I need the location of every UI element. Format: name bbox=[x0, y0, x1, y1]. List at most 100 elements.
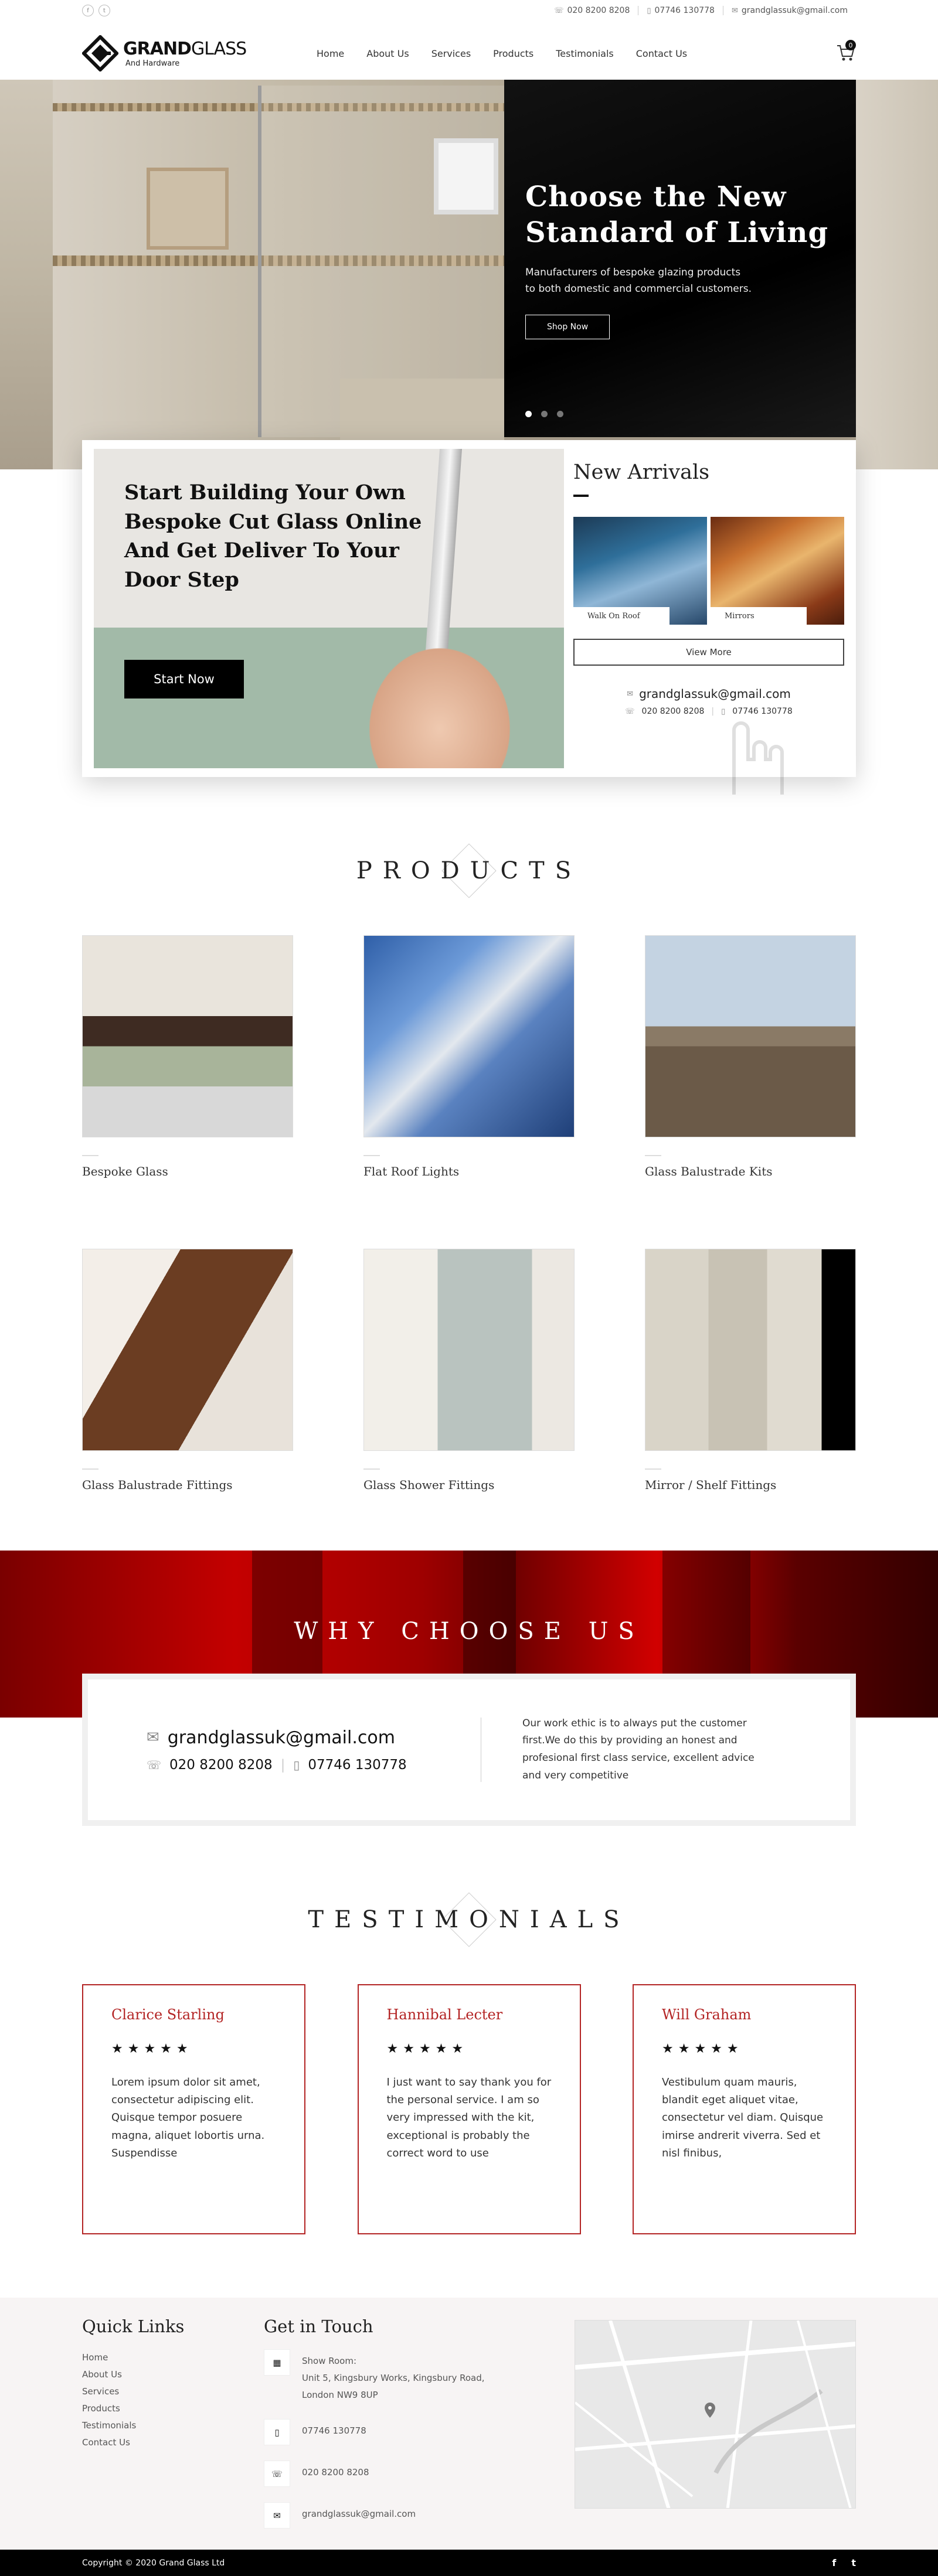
why-phone-text[interactable]: 020 8200 8208 bbox=[169, 1757, 273, 1773]
new-arrivals-title: New Arrivals bbox=[573, 461, 710, 484]
why-mobile-text[interactable]: 07746 130778 bbox=[308, 1757, 406, 1773]
product-card[interactable]: Bespoke Glass bbox=[82, 935, 293, 1178]
nav-contact-us[interactable]: Contact Us bbox=[636, 48, 687, 59]
showroom-label: Show Room: bbox=[302, 2356, 357, 2366]
arrival-mirrors[interactable]: Mirrors bbox=[711, 517, 844, 625]
product-name: Glass Balustrade Fittings bbox=[82, 1478, 233, 1492]
bottom-bar: Copyright © 2020 Grand Glass Ltd f t bbox=[0, 2550, 938, 2576]
why-choose-us-section: WHY CHOOSE US ✉ grandglassuk@gmail.com ☏ 0… bbox=[0, 1551, 938, 1826]
top-email[interactable]: ✉ grandglassuk@gmail.com bbox=[723, 6, 856, 15]
product-name: Mirror / Shelf Fittings bbox=[645, 1478, 777, 1492]
product-card[interactable]: Glass Balustrade Kits bbox=[645, 935, 856, 1178]
footer-mobile-text[interactable]: 07746 130778 bbox=[302, 2419, 366, 2439]
quick-links: Quick Links Home About Us Services Produ… bbox=[82, 2316, 264, 2544]
footer-link-home[interactable]: Home bbox=[82, 2349, 264, 2366]
new-arrivals: New Arrivals Walk On Roof Mirrors View M… bbox=[564, 449, 844, 795]
product-underline bbox=[82, 1155, 98, 1156]
twitter-icon[interactable]: t bbox=[851, 2557, 856, 2568]
arrivals-email[interactable]: ✉ grandglassuk@gmail.com bbox=[573, 687, 844, 701]
footer-mobile: ▯ 07746 130778 bbox=[264, 2419, 575, 2445]
footer-link-testimonials[interactable]: Testimonials bbox=[82, 2417, 264, 2434]
arrivals-phone-text[interactable]: 020 8200 8208 bbox=[642, 707, 705, 716]
testimonial-text: I just want to say thank you for the per… bbox=[386, 2076, 552, 2159]
why-email[interactable]: ✉ grandglassuk@gmail.com bbox=[147, 1727, 475, 1748]
top-contact: ☏ 020 8200 8208 ▯ 07746 130778 ✉ grandglass… bbox=[546, 6, 856, 15]
nav-services[interactable]: Services bbox=[431, 48, 471, 59]
envelope-icon: ✉ bbox=[627, 689, 634, 698]
arrival-walk-on-roof[interactable]: Walk On Roof bbox=[573, 517, 707, 625]
logo[interactable]: GRANDGLASS And Hardware bbox=[82, 35, 317, 71]
top-social-links: f t bbox=[82, 5, 110, 16]
product-card[interactable]: Mirror / Shelf Fittings bbox=[645, 1249, 856, 1492]
slider-dot[interactable] bbox=[541, 411, 548, 417]
product-underline bbox=[363, 1468, 380, 1470]
top-phone-text: 020 8200 8208 bbox=[567, 6, 630, 15]
hand-cursor-icon bbox=[732, 721, 784, 795]
product-card[interactable]: Glass Balustrade Fittings bbox=[82, 1249, 293, 1492]
shop-now-button[interactable]: Shop Now bbox=[525, 314, 610, 339]
view-more-button[interactable]: View More bbox=[573, 639, 844, 666]
why-title: WHY CHOOSE US bbox=[294, 1618, 644, 1645]
star-rating: ★★★★★ bbox=[662, 2042, 743, 2056]
footer-email-text[interactable]: grandglassuk@gmail.com bbox=[302, 2502, 416, 2523]
hero-subtitle: Manufacturers of bespoke glazing product… bbox=[525, 264, 856, 297]
testimonials-grid: Clarice Starling ★★★★★ Lorem ipsum dolor… bbox=[82, 1984, 856, 2234]
product-card[interactable]: Flat Roof Lights bbox=[363, 935, 575, 1178]
intro-heading: Start Building Your Own Bespoke Cut Glas… bbox=[124, 481, 422, 592]
location-map[interactable] bbox=[575, 2320, 856, 2509]
cart-button[interactable]: 0 bbox=[836, 40, 856, 63]
footer-link-services[interactable]: Services bbox=[82, 2383, 264, 2400]
phone-icon: ☏ bbox=[264, 2461, 290, 2487]
facebook-icon[interactable]: f bbox=[82, 5, 94, 16]
arrivals-grid: Walk On Roof Mirrors bbox=[573, 517, 844, 625]
divider: | bbox=[280, 1757, 286, 1773]
start-now-button[interactable]: Start Now bbox=[124, 660, 244, 698]
testimonial-name: Clarice Starling bbox=[111, 2006, 225, 2023]
why-email-text: grandglassuk@gmail.com bbox=[167, 1727, 395, 1748]
address-line: London NW9 8UP bbox=[302, 2390, 378, 2400]
get-in-touch-title: Get in Touch bbox=[264, 2316, 373, 2336]
facebook-icon[interactable]: f bbox=[832, 2557, 836, 2568]
why-card: ✉ grandglassuk@gmail.com ☏ 020 8200 8208 |… bbox=[82, 1674, 856, 1826]
nav-about-us[interactable]: About Us bbox=[366, 48, 409, 59]
nav-products[interactable]: Products bbox=[493, 48, 533, 59]
top-mobile-text: 07746 130778 bbox=[654, 6, 715, 15]
slider-dot[interactable] bbox=[557, 411, 563, 417]
footer-link-about-us[interactable]: About Us bbox=[82, 2366, 264, 2383]
main-nav: Home About Us Services Products Testimon… bbox=[317, 48, 687, 59]
hero-title-line: Choose the New bbox=[525, 180, 787, 213]
products-heading: PRODUCTS bbox=[82, 843, 856, 898]
get-in-touch: Get in Touch ▦ Show Room: Unit 5, Kingsb… bbox=[264, 2316, 575, 2544]
envelope-icon: ✉ bbox=[264, 2502, 290, 2529]
footer: Quick Links Home About Us Services Produ… bbox=[0, 2298, 938, 2550]
hero-right-wall bbox=[856, 80, 938, 469]
top-phone[interactable]: ☏ 020 8200 8208 bbox=[546, 6, 638, 15]
mobile-icon: ▯ bbox=[264, 2419, 290, 2445]
phone-icon: ☏ bbox=[625, 707, 635, 716]
twitter-icon[interactable]: t bbox=[98, 5, 110, 16]
products-title: PRODUCTS bbox=[356, 857, 582, 884]
product-name: Glass Shower Fittings bbox=[363, 1478, 495, 1492]
nav-testimonials[interactable]: Testimonials bbox=[556, 48, 614, 59]
hero-title: Choose the New Standard of Living bbox=[525, 179, 856, 251]
footer-phone-text[interactable]: 020 8200 8208 bbox=[302, 2461, 369, 2481]
testimonials-heading: TESTIMONIALS bbox=[82, 1892, 856, 1947]
arrival-label: Walk On Roof bbox=[573, 607, 669, 625]
testimonial-name: Will Graham bbox=[662, 2006, 752, 2023]
product-name: Glass Balustrade Kits bbox=[645, 1164, 773, 1178]
slider-dot[interactable] bbox=[525, 411, 532, 417]
envelope-icon: ✉ bbox=[731, 6, 738, 15]
testimonials-section: TESTIMONIALS Clarice Starling ★★★★★ Lore… bbox=[82, 1826, 856, 2234]
nav-home[interactable]: Home bbox=[317, 48, 344, 59]
footer-link-contact-us[interactable]: Contact Us bbox=[82, 2434, 264, 2451]
footer-link-products[interactable]: Products bbox=[82, 2400, 264, 2417]
intro-banner: Start Building Your Own Bespoke Cut Glas… bbox=[94, 449, 564, 768]
mobile-icon: ▯ bbox=[647, 6, 651, 15]
footer-phone: ☏ 020 8200 8208 bbox=[264, 2461, 575, 2487]
product-card[interactable]: Glass Shower Fittings bbox=[363, 1249, 575, 1492]
address-line: Unit 5, Kingsbury Works, Kingsbury Road, bbox=[302, 2373, 485, 2383]
arrival-label: Mirrors bbox=[711, 607, 807, 625]
hands-image bbox=[369, 648, 510, 768]
bottom-social-links: f t bbox=[832, 2557, 856, 2568]
top-mobile[interactable]: ▯ 07746 130778 bbox=[638, 6, 723, 15]
